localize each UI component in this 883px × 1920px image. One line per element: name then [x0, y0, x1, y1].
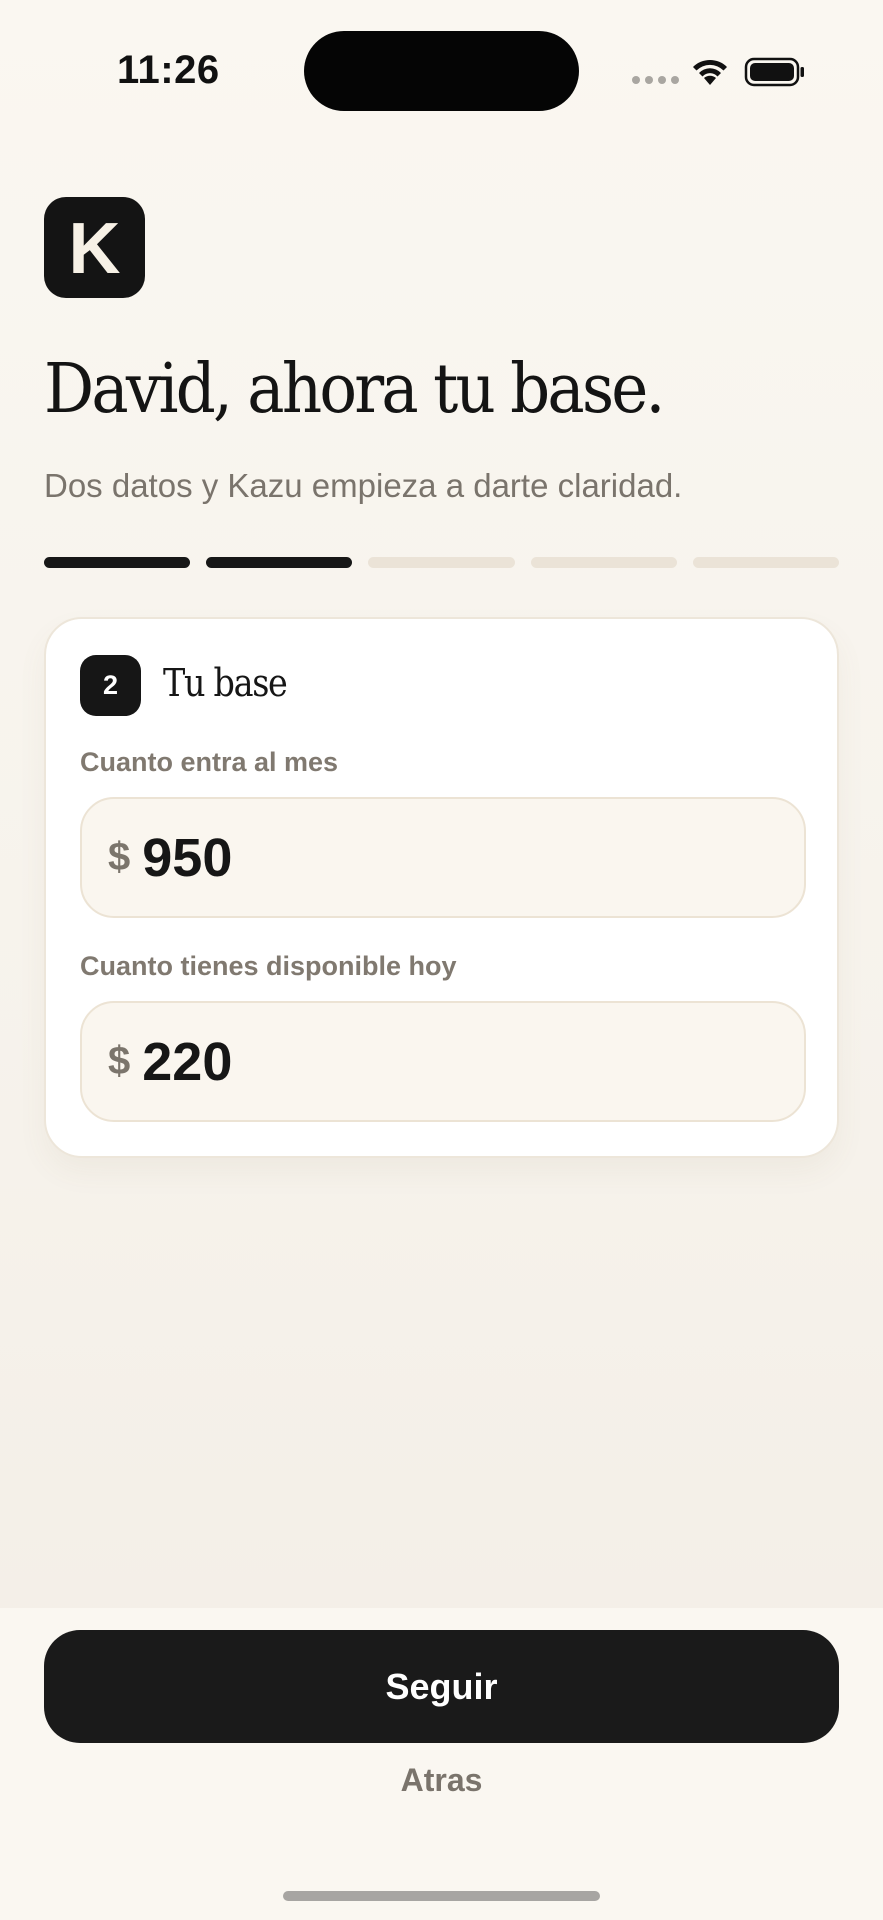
monthly-income-label: Cuanto entra al mes [80, 747, 339, 777]
cellular-signal-icon [632, 76, 679, 84]
status-time: 11:26 [117, 48, 220, 92]
page-subtitle: Dos datos y Kazu empieza a darte clarida… [44, 467, 683, 504]
back-button[interactable]: Atras [0, 1762, 883, 1799]
status-bar: 11:26 [0, 0, 883, 150]
continue-button[interactable]: Seguir [44, 1630, 839, 1743]
logo-letter: K [68, 208, 121, 289]
progress-segment-5 [692, 557, 840, 568]
wifi-icon [693, 59, 727, 85]
progress-segment-1 [44, 557, 191, 568]
card-title: Tu base [163, 661, 288, 705]
battery-icon [744, 57, 804, 87]
page-title: David, ahora tu base. [44, 350, 665, 429]
progress-segment-4 [530, 557, 677, 568]
progress-segment-2 [206, 557, 353, 568]
dynamic-island [304, 31, 579, 111]
kazu-logo: K [44, 197, 145, 298]
step-number-badge: 2 [80, 655, 141, 716]
home-indicator [283, 1891, 600, 1901]
dollar-sign: $ [108, 1039, 131, 1083]
progress-segment-3 [368, 557, 515, 568]
available-today-input[interactable] [142, 1030, 703, 1093]
onboarding-progress [44, 557, 840, 568]
monthly-income-field[interactable]: $ [80, 797, 806, 918]
available-today-field[interactable]: $ [80, 1001, 806, 1122]
base-form-card: 2 Tu base Cuanto entra al mes $ Cuanto t… [44, 617, 839, 1158]
dollar-sign: $ [108, 835, 131, 879]
available-today-label: Cuanto tienes disponible hoy [80, 951, 457, 981]
monthly-income-input[interactable] [142, 826, 703, 889]
